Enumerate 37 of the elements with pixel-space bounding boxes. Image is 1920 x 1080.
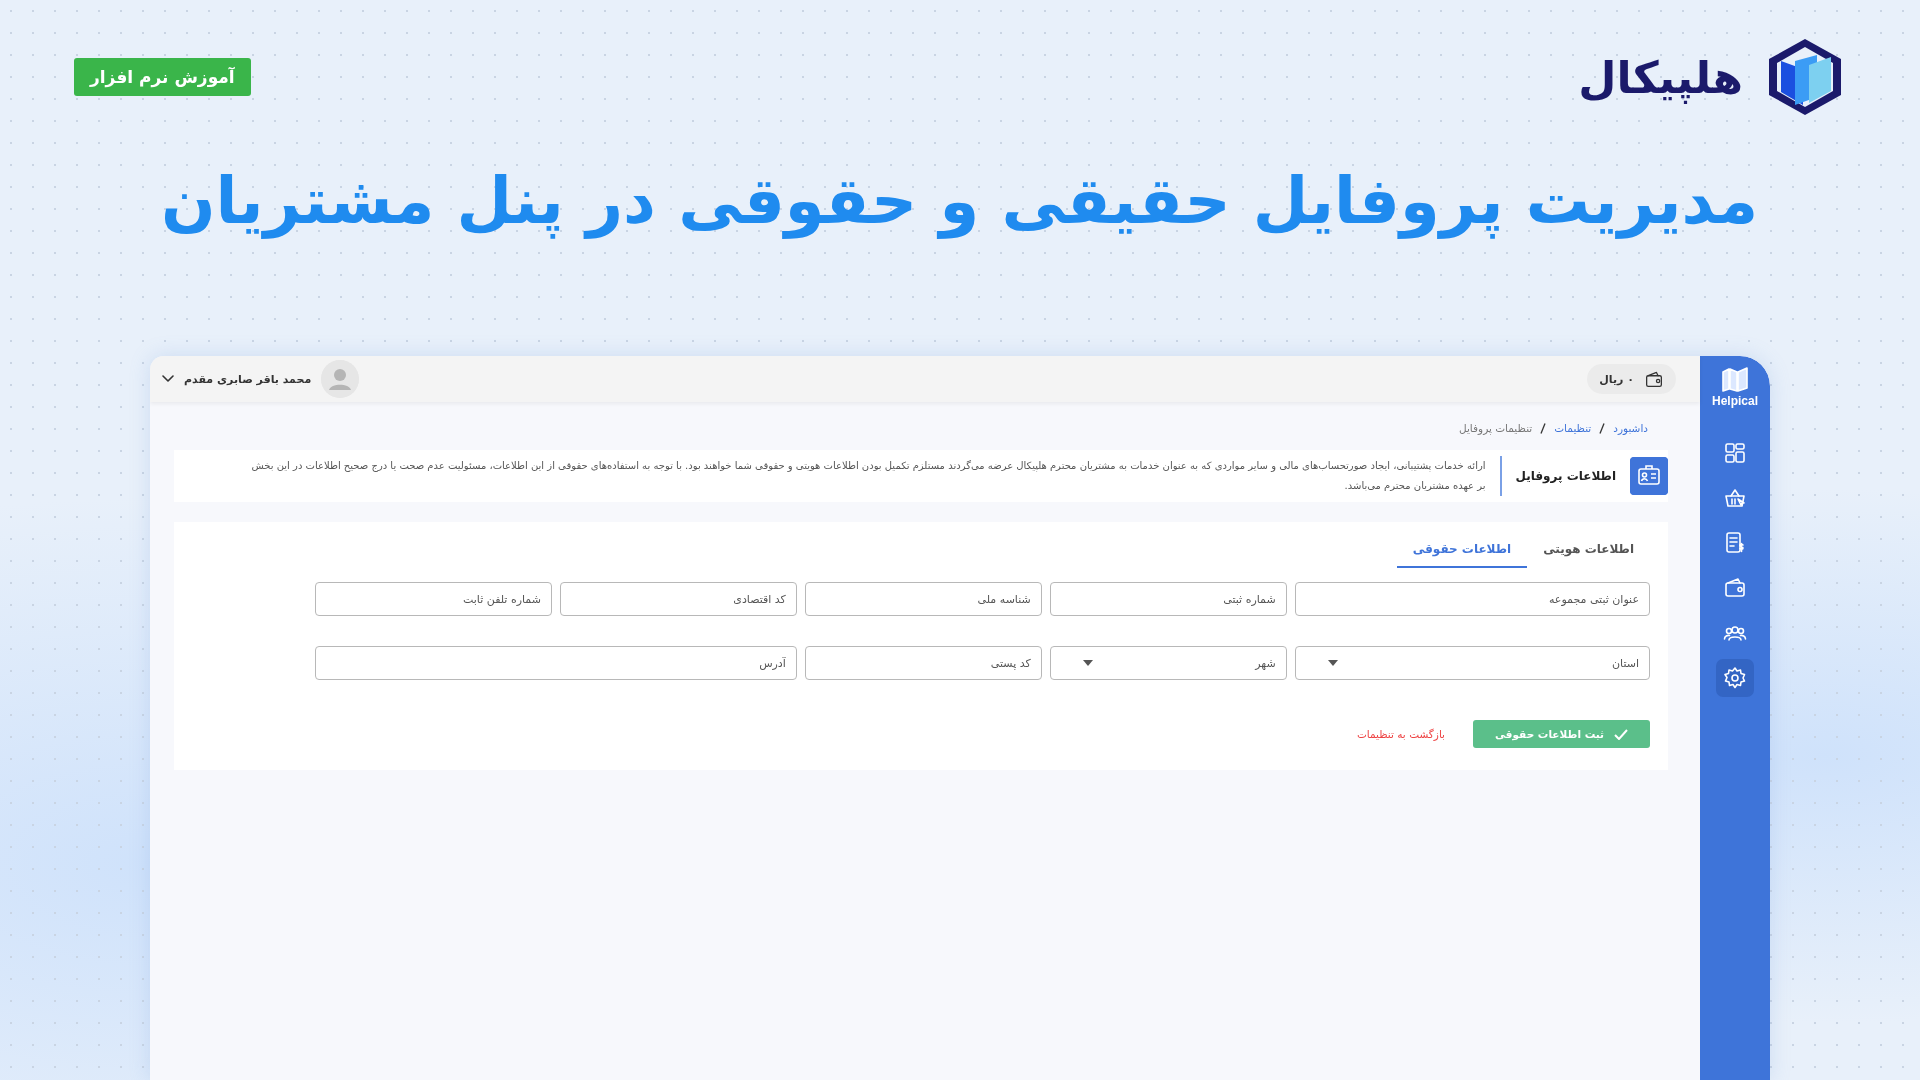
page-title: مدیریت پروفایل حقیقی و حقوقی در پنل مشتریان: [159, 164, 1760, 238]
sidebar-item[interactable]: [1716, 659, 1754, 697]
input-field[interactable]: آدرس: [315, 646, 797, 680]
slash-icon: [1599, 422, 1606, 434]
tutorial-badge: آموزش نرم افزار: [74, 58, 251, 96]
brand-name: Helpical: [1712, 394, 1758, 408]
tab[interactable]: اطلاعات هویتی: [1527, 534, 1650, 568]
wallet-balance[interactable]: ۰ ریال: [1587, 364, 1676, 394]
user-name[interactable]: محمد باقر صابری مقدم: [184, 372, 312, 386]
input-field[interactable]: شناسه ملی: [804, 582, 1042, 616]
invoice-icon: [1723, 531, 1747, 555]
info-title: اطلاعات پروفایل: [1515, 469, 1616, 483]
input-field[interactable]: عنوان ثبتی مجموعه: [1294, 582, 1650, 616]
logo-icon: [1720, 366, 1750, 394]
wallet-icon: [1723, 576, 1747, 600]
settings-icon: [1723, 666, 1747, 690]
logo-text: هلپیکال: [1578, 51, 1743, 103]
breadcrumb-link[interactable]: تنظیمات: [1554, 422, 1592, 434]
check-icon: [1614, 728, 1628, 740]
caret-icon: [1082, 660, 1093, 666]
back-link[interactable]: بازگشت به تنظیمات: [1356, 728, 1445, 740]
breadcrumb-current: تنظیمات پروفایل: [1459, 422, 1533, 434]
input-field[interactable]: شماره تلفن ثابت: [315, 582, 552, 616]
input-field[interactable]: کد پستی: [804, 646, 1042, 680]
basket-icon: [1723, 486, 1747, 510]
dashboard-icon: [1723, 441, 1747, 465]
caret-icon: [1327, 660, 1338, 666]
slash-icon: [1540, 422, 1547, 434]
chevron-icon[interactable]: [162, 375, 174, 383]
breadcrumb-link[interactable]: داشبورد: [1613, 422, 1648, 434]
info-text: ارائه خدمات پشتیبانی، ایجاد صورتحساب‌های مالی و سایر مواردی که به عنوان خدمات به مشتریان محترم هلپیکال عرضه می‌گردند مستلزم تکمیل بودن اطلاعات هویتی و حقوقی شما خواهند بود. با توجه به استفاده‌های حقوقی از این اطلاعات، مسئولیت عدم صحت یا درج صحیح اطلاعات در این بخش بر عهده مشتریان محترم می‌باشد.: [250, 459, 1486, 494]
tab[interactable]: اطلاعات حقوقی: [1396, 534, 1528, 568]
select-field[interactable]: شهر: [1049, 646, 1287, 680]
wallet-icon: [1644, 370, 1664, 388]
input-field[interactable]: شماره ثبتی: [1049, 582, 1287, 616]
select-field[interactable]: استان: [1294, 646, 1650, 680]
input-field[interactable]: کد اقتصادی: [559, 582, 797, 616]
